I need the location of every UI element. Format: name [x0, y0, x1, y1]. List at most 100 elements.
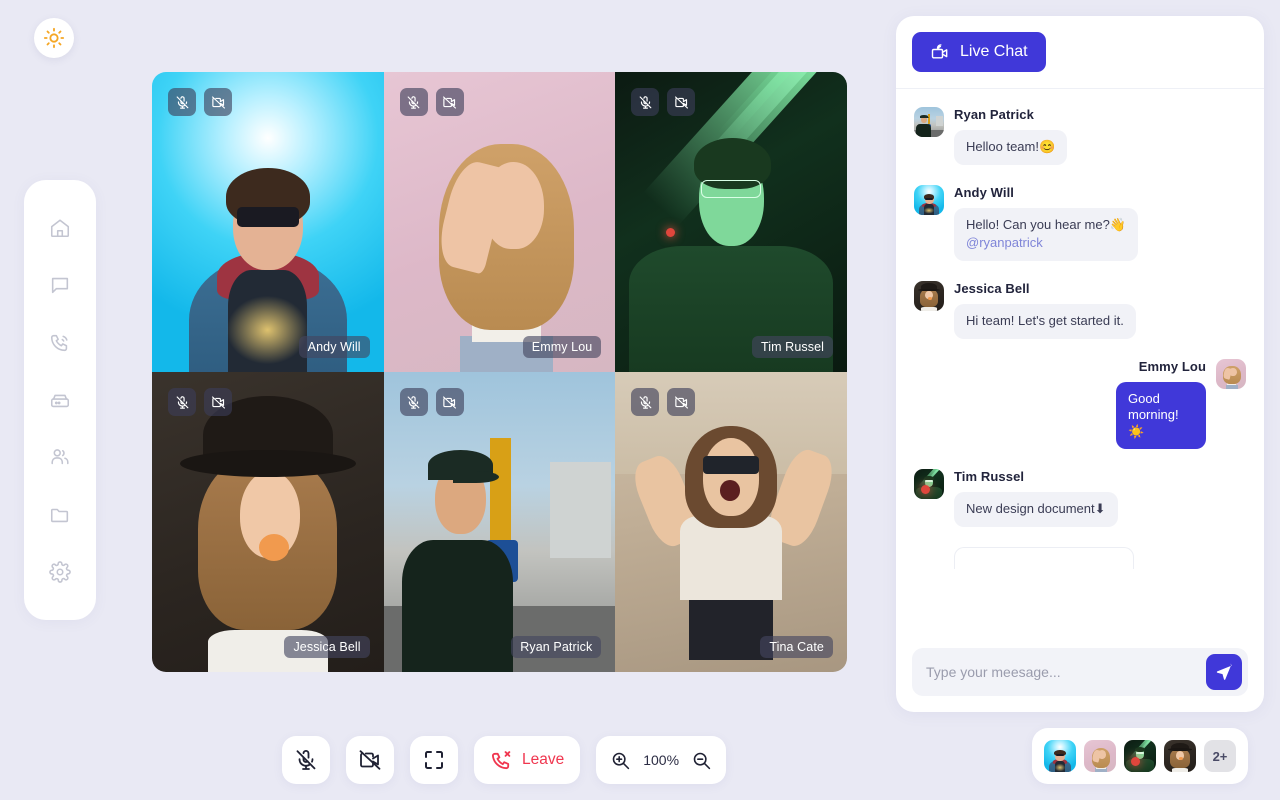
avatar: [914, 281, 944, 311]
camera-off-icon: [211, 95, 226, 110]
chat-icon: [49, 274, 71, 296]
tile-mic-toggle[interactable]: [631, 88, 659, 116]
folder-icon: [49, 504, 71, 526]
chat-message-author: Tim Russel: [954, 469, 1118, 484]
avatar: [914, 185, 944, 215]
sun-icon: [43, 27, 65, 49]
fullscreen-button[interactable]: [410, 736, 458, 784]
live-chat-button[interactable]: Live Chat: [912, 32, 1046, 72]
participant-avatar[interactable]: [1124, 740, 1156, 772]
participant-avatar[interactable]: [1164, 740, 1196, 772]
sidebar: [24, 180, 96, 620]
camera-toggle-button[interactable]: [346, 736, 394, 784]
avatar: [914, 469, 944, 499]
mic-off-icon: [175, 395, 190, 410]
leave-label: Leave: [522, 751, 564, 769]
chat-message-bubble: New design document⬇: [954, 492, 1118, 527]
mic-off-icon: [175, 95, 190, 110]
sidebar-item-devices[interactable]: [40, 380, 80, 420]
tile-camera-toggle[interactable]: [204, 388, 232, 416]
live-chat-label: Live Chat: [960, 43, 1028, 61]
participants-strip[interactable]: 2+: [1032, 728, 1248, 784]
participants-more-badge[interactable]: 2+: [1204, 740, 1236, 772]
mic-off-icon: [294, 748, 318, 772]
mic-off-icon: [406, 95, 421, 110]
chat-message-bubble: Good morning!☀️: [1116, 382, 1206, 450]
chat-message: Andy WillHello! Can you hear me?👋@ryanpa…: [914, 185, 1246, 261]
fullscreen-icon: [422, 748, 446, 772]
tile-camera-toggle[interactable]: [436, 88, 464, 116]
camera-off-icon: [211, 395, 226, 410]
send-button[interactable]: [1206, 654, 1242, 690]
zoom-controls: 100%: [596, 736, 726, 784]
tile-camera-toggle[interactable]: [667, 88, 695, 116]
video-tile[interactable]: Jessica Bell: [152, 372, 384, 672]
camera-off-icon: [442, 95, 457, 110]
camera-off-icon: [674, 95, 689, 110]
call-toolbar: Leave 100%: [282, 736, 726, 784]
tile-controls: [400, 388, 464, 416]
device-icon: [49, 389, 71, 411]
tile-name-label: Andy Will: [299, 336, 370, 358]
chat-message: Jessica BellHi team! Let's get started i…: [914, 281, 1246, 339]
zoom-out-button[interactable]: [691, 750, 712, 771]
chat-message-author: Emmy Lou: [1139, 359, 1206, 374]
app-root: Andy Will Emmy Lou Tim Russel Jessica Bell R…: [0, 0, 1280, 800]
tile-controls: [631, 388, 695, 416]
chat-mention[interactable]: @ryanpatrick: [966, 235, 1126, 252]
participant-avatar[interactable]: [1084, 740, 1116, 772]
mic-off-icon: [638, 95, 653, 110]
camera-off-icon: [442, 395, 457, 410]
tile-name-label: Tim Russel: [752, 336, 833, 358]
tile-name-label: Tina Cate: [760, 636, 833, 658]
tile-controls: [168, 388, 232, 416]
tile-camera-toggle[interactable]: [667, 388, 695, 416]
theme-toggle-button[interactable]: [34, 18, 74, 58]
tile-camera-toggle[interactable]: [436, 388, 464, 416]
video-tile[interactable]: Tina Cate: [615, 372, 847, 672]
tile-mic-toggle[interactable]: [400, 88, 428, 116]
chat-message-bubble: Helloo team!😊: [954, 130, 1067, 165]
chat-message-author: Ryan Patrick: [954, 107, 1067, 122]
avatar: [1216, 359, 1246, 389]
chat-message: Tim Russel New design document⬇: [914, 469, 1246, 527]
zoom-in-icon: [610, 750, 631, 771]
chat-message-list[interactable]: Ryan Patrick Helloo team!😊 Andy WillHello!…: [896, 89, 1264, 638]
sidebar-item-calls[interactable]: [40, 323, 80, 363]
sidebar-item-chat[interactable]: [40, 265, 80, 305]
tile-camera-toggle[interactable]: [204, 88, 232, 116]
chat-composer: [896, 638, 1264, 712]
sidebar-item-files[interactable]: [40, 495, 80, 535]
tile-name-label: Ryan Patrick: [511, 636, 601, 658]
gear-icon: [49, 561, 71, 583]
tile-mic-toggle[interactable]: [168, 88, 196, 116]
participant-avatar[interactable]: [1044, 740, 1076, 772]
video-camera-icon: [930, 42, 950, 62]
sidebar-item-home[interactable]: [40, 208, 80, 248]
chat-message-bubble: Hi team! Let's get started it.: [954, 304, 1136, 339]
home-icon: [49, 217, 71, 239]
sidebar-item-settings[interactable]: [40, 552, 80, 592]
tile-mic-toggle[interactable]: [631, 388, 659, 416]
chat-message-bubble-partial: [954, 547, 1134, 569]
users-icon: [49, 446, 71, 468]
mic-toggle-button[interactable]: [282, 736, 330, 784]
video-tile[interactable]: Ryan Patrick: [384, 372, 616, 672]
video-tile[interactable]: Andy Will: [152, 72, 384, 372]
sidebar-item-contacts[interactable]: [40, 437, 80, 477]
tile-controls: [400, 88, 464, 116]
tile-mic-toggle[interactable]: [168, 388, 196, 416]
video-tile[interactable]: Tim Russel: [615, 72, 847, 372]
tile-mic-toggle[interactable]: [400, 388, 428, 416]
zoom-in-button[interactable]: [610, 750, 631, 771]
video-tile[interactable]: Emmy Lou: [384, 72, 616, 372]
send-icon: [1215, 663, 1234, 682]
mic-off-icon: [638, 395, 653, 410]
message-input[interactable]: [926, 664, 1198, 680]
camera-off-icon: [674, 395, 689, 410]
tile-controls: [631, 88, 695, 116]
leave-button[interactable]: Leave: [474, 736, 580, 784]
zoom-out-icon: [691, 750, 712, 771]
tile-name-label: Emmy Lou: [523, 336, 602, 358]
chat-panel: Live Chat Ryan Patrick Helloo team!😊 Andy …: [896, 16, 1264, 712]
